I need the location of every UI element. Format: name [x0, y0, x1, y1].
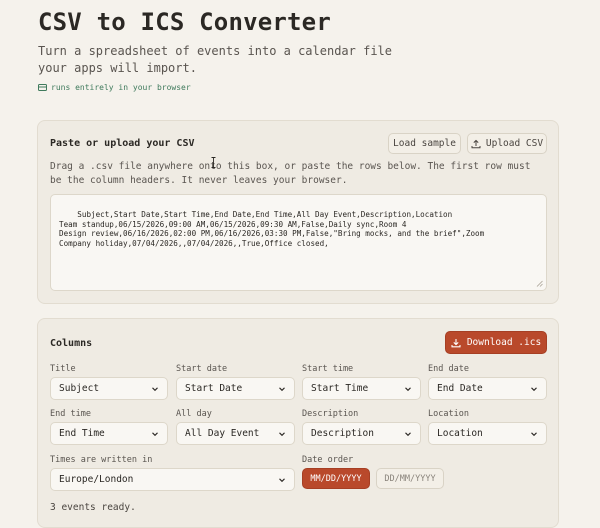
select-title-value: Subject [59, 383, 100, 394]
chevron-down-icon [279, 432, 285, 437]
select-location[interactable]: Location [428, 422, 547, 445]
privacy-badge-label: runs entirely in your browser [51, 83, 191, 92]
device-icon [38, 83, 47, 91]
field-label-start-date: Start date [176, 364, 228, 374]
columns-card: Columns Download .ics Title Subject Star… [37, 318, 559, 528]
page-title: CSV to ICS Converter [38, 8, 331, 36]
privacy-badge: runs entirely in your browser [38, 83, 191, 92]
load-sample-button[interactable]: Load sample [388, 133, 461, 154]
select-end-time[interactable]: End Time [50, 422, 168, 445]
chevron-down-icon [152, 387, 158, 392]
chevron-down-icon [152, 432, 158, 437]
csv-textarea[interactable]: Subject,Start Date,Start Time,End Date,E… [50, 194, 547, 291]
select-start-time[interactable]: Start Time [302, 377, 421, 400]
select-timezone-value: Europe/London [59, 474, 134, 485]
select-end-time-value: End Time [59, 428, 105, 439]
upload-icon [471, 139, 481, 148]
select-start-date[interactable]: Start Date [176, 377, 295, 400]
select-all-day-value: All Day Event [185, 428, 260, 439]
chevron-down-icon [405, 432, 411, 437]
csv-text: Subject,Start Date,Start Time,End Date,E… [59, 210, 485, 248]
chevron-down-icon [279, 478, 285, 483]
timezone-label: Times are written in [50, 455, 153, 465]
download-icon [451, 338, 461, 347]
chevron-down-icon [279, 387, 285, 392]
page-subtitle: Turn a spreadsheet of events into a cale… [38, 44, 393, 75]
field-label-location: Location [428, 409, 469, 419]
date-order-dmy-label: DD/MM/YYYY [384, 473, 436, 484]
field-label-end-time: End time [50, 409, 91, 419]
select-start-date-value: Start Date [185, 383, 243, 394]
csv-input-title: Paste or upload your CSV [50, 138, 195, 149]
date-order-mdy-label: MM/DD/YYYY [310, 473, 362, 484]
load-sample-label: Load sample [393, 138, 456, 149]
select-end-date[interactable]: End Date [428, 377, 547, 400]
download-ics-button[interactable]: Download .ics [445, 331, 547, 354]
columns-title: Columns [50, 338, 93, 349]
chevron-down-icon [531, 387, 537, 392]
select-end-date-value: End Date [437, 383, 483, 394]
date-order-label: Date order [302, 455, 354, 465]
chevron-down-icon [531, 432, 537, 437]
field-label-end-date: End date [428, 364, 469, 374]
text-cursor-icon [211, 157, 216, 168]
field-label-all-day: All day [176, 409, 212, 419]
select-start-time-value: Start Time [311, 383, 369, 394]
upload-csv-label: Upload CSV [485, 138, 544, 149]
csv-hint: Drag a .csv file anywhere onto this box,… [50, 161, 531, 186]
field-label-start-time: Start time [302, 364, 354, 374]
chevron-down-icon [405, 387, 411, 392]
upload-csv-button[interactable]: Upload CSV [467, 133, 547, 154]
select-title[interactable]: Subject [50, 377, 168, 400]
date-order-mdy-button[interactable]: MM/DD/YYYY [302, 468, 370, 489]
events-status: 3 events ready. [50, 502, 136, 513]
field-label-description: Description [302, 409, 359, 419]
download-ics-label: Download .ics [466, 337, 542, 348]
date-order-dmy-button[interactable]: DD/MM/YYYY [376, 468, 444, 489]
field-label-title: Title [50, 364, 76, 374]
select-description-value: Description [311, 428, 374, 439]
csv-input-card: Paste or upload your CSV Load sample Upl… [37, 120, 559, 304]
select-all-day[interactable]: All Day Event [176, 422, 295, 445]
select-description[interactable]: Description [302, 422, 421, 445]
select-location-value: Location [437, 428, 483, 439]
resize-handle-icon[interactable] [536, 280, 543, 287]
select-timezone[interactable]: Europe/London [50, 468, 295, 491]
